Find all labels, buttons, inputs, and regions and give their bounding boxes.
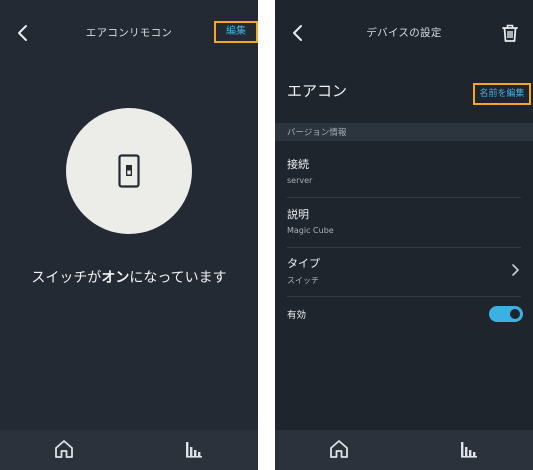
- bottom-nav: [275, 430, 533, 470]
- row-label: タイプ: [287, 257, 320, 270]
- delete-button[interactable]: [499, 22, 521, 44]
- remote-header: エアコンリモコン 編集: [0, 0, 258, 66]
- version-info-section: バージョン情報: [275, 123, 533, 141]
- trash-icon: [502, 24, 518, 42]
- section-title: バージョン情報: [287, 128, 347, 138]
- switch-status-text: スイッチがオンになっています: [0, 267, 258, 287]
- toggle-knob: [510, 309, 520, 319]
- nav-home-button[interactable]: [53, 438, 75, 460]
- row-value: Magic Cube: [287, 226, 334, 235]
- divider: [287, 296, 521, 297]
- status-state: オン: [101, 270, 130, 286]
- type-row[interactable]: タイプ スイッチ: [275, 247, 533, 297]
- row-value: server: [287, 176, 313, 185]
- home-icon: [55, 440, 73, 458]
- page-title: デバイスの設定: [366, 27, 442, 39]
- settings-header: デバイスの設定: [275, 0, 533, 66]
- row-label: 説明: [287, 208, 309, 221]
- home-icon: [330, 440, 348, 458]
- rename-button[interactable]: 名前を編集: [473, 83, 531, 105]
- nav-activity-button[interactable]: [458, 438, 480, 460]
- remote-screen: エアコンリモコン 編集 スイッチがオンになっています: [0, 0, 258, 470]
- row-value: スイッチ: [287, 276, 319, 285]
- nav-activity-button[interactable]: [183, 438, 205, 460]
- enabled-toggle[interactable]: [489, 306, 523, 322]
- status-suffix: になっています: [129, 270, 227, 286]
- status-prefix: スイッチが: [31, 270, 102, 286]
- edit-button[interactable]: 編集: [214, 21, 258, 43]
- bars-icon: [461, 442, 477, 458]
- nav-home-button[interactable]: [328, 438, 350, 460]
- switch-toggle-button[interactable]: [66, 108, 192, 234]
- device-settings-screen: デバイスの設定 エアコン 名前を編集 バージョン情報 接続 server 説明 …: [275, 0, 533, 470]
- canvas: エアコンリモコン 編集 スイッチがオンになっています デバイスの設定 エアコン …: [0, 0, 533, 470]
- description-row: 説明 Magic Cube: [275, 198, 533, 248]
- bottom-nav: [0, 430, 258, 470]
- enabled-row: 有効: [275, 300, 533, 330]
- chevron-right-icon: [512, 264, 519, 276]
- row-label: 接続: [287, 158, 309, 171]
- connection-row: 接続 server: [275, 148, 533, 198]
- bars-icon: [186, 442, 202, 458]
- light-switch-icon: [118, 154, 140, 188]
- device-name: エアコン: [287, 82, 348, 100]
- row-label: 有効: [287, 310, 307, 321]
